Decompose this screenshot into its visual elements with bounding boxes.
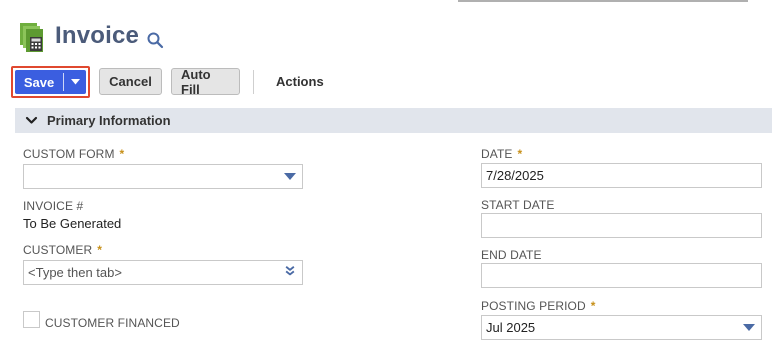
customer-input[interactable]: <Type then tab> <box>23 260 303 285</box>
required-marker: * <box>119 147 125 161</box>
end-date-field[interactable] <box>481 263 762 288</box>
start-date-label: START DATE <box>481 198 555 212</box>
caret-down-icon <box>70 79 80 85</box>
customer-label: CUSTOMER * <box>23 243 103 257</box>
start-date-field[interactable] <box>481 213 762 238</box>
end-date-label: END DATE <box>481 248 542 262</box>
posting-period-label: POSTING PERIOD * <box>481 299 596 313</box>
customer-financed-label: CUSTOMER FINANCED <box>45 316 180 330</box>
required-marker: * <box>517 147 523 161</box>
double-chevron-down-icon <box>285 266 295 276</box>
primary-information-section-header[interactable]: Primary Information <box>15 108 772 133</box>
actions-menu[interactable]: Actions <box>276 74 324 89</box>
custom-form-select[interactable] <box>23 164 303 189</box>
search-icon[interactable] <box>146 31 164 49</box>
required-marker: * <box>590 299 596 313</box>
dropdown-arrow-icon <box>743 324 755 331</box>
posting-period-value: Jul 2025 <box>486 320 536 335</box>
save-divider <box>63 73 64 91</box>
save-options-dropdown[interactable] <box>64 70 86 94</box>
invoice-number-label: INVOICE # <box>23 199 84 213</box>
date-label: DATE * <box>481 147 523 161</box>
invoice-document-icon <box>20 23 43 52</box>
section-title: Primary Information <box>47 113 171 128</box>
top-border-line <box>458 0 748 2</box>
cancel-button[interactable]: Cancel <box>99 68 162 95</box>
posting-period-select[interactable]: Jul 2025 <box>481 315 762 340</box>
invoice-number-value: To Be Generated <box>23 216 122 231</box>
save-button[interactable]: Save <box>15 70 63 94</box>
save-button-group: Save <box>11 66 90 98</box>
dropdown-arrow-icon <box>284 173 296 180</box>
chevron-down-icon <box>25 116 38 124</box>
customer-financed-checkbox[interactable] <box>23 311 40 328</box>
page-title: Invoice <box>55 22 140 49</box>
date-field[interactable]: 7/28/2025 <box>481 163 762 188</box>
customer-placeholder: <Type then tab> <box>28 265 122 280</box>
auto-fill-button[interactable]: Auto Fill <box>171 67 240 97</box>
toolbar-divider <box>253 70 254 94</box>
required-marker: * <box>97 243 103 257</box>
date-value: 7/28/2025 <box>486 168 544 183</box>
custom-form-label: CUSTOM FORM * <box>23 147 125 161</box>
